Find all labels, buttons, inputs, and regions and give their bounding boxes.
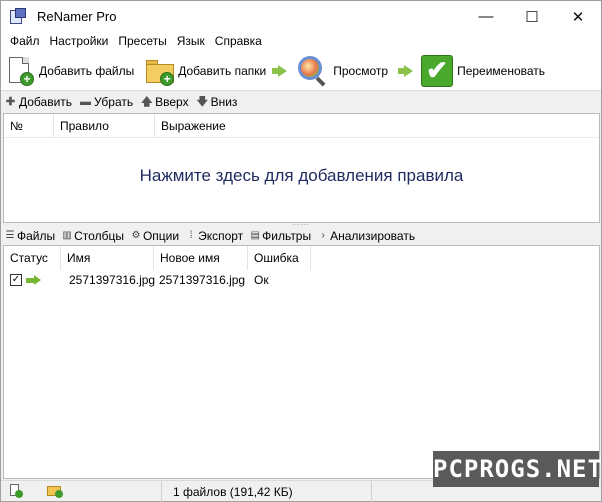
menu-language[interactable]: Язык	[172, 32, 210, 51]
move-down-button[interactable]: 🡇 Вниз	[197, 95, 238, 109]
arrow-right-icon	[272, 64, 288, 77]
files-column-error[interactable]: Ошибка	[248, 246, 311, 270]
export-menu-label: Экспорт	[198, 228, 244, 243]
menu-presets[interactable]: Пресеты	[113, 32, 171, 51]
status-divider	[161, 481, 162, 502]
rules-list[interactable]: № Правило Выражение Нажмите здесь для до…	[3, 113, 600, 223]
files-column-new-name[interactable]: Новое имя	[154, 246, 248, 270]
files-menu-button[interactable]: ☰ Файлы	[5, 228, 56, 243]
menu-file[interactable]: Файл	[5, 32, 45, 51]
menu-settings[interactable]: Настройки	[45, 32, 114, 51]
app-logo-icon	[9, 7, 27, 26]
add-file-icon: +	[7, 55, 35, 87]
add-file-icon[interactable]	[9, 484, 23, 498]
minimize-button[interactable]: —	[463, 1, 509, 32]
add-files-button[interactable]: + Добавить файлы	[1, 53, 138, 89]
files-column-name[interactable]: Имя	[61, 246, 154, 270]
files-toolbar: ☰ Файлы ▥ Столбцы ⚙ Опции ⁞ Экспорт ▤ Фи…	[1, 226, 601, 245]
add-folder-icon[interactable]	[47, 484, 63, 498]
export-menu-button[interactable]: ⁞ Экспорт	[186, 229, 243, 243]
arrow-up-icon: 🡅	[141, 95, 153, 108]
options-menu-button[interactable]: ⚙ Опции	[131, 229, 179, 243]
window-controls: — ☐ ✕	[463, 1, 601, 32]
filters-menu-label: Фильтры	[262, 228, 312, 243]
rules-column-number[interactable]: №	[4, 114, 54, 138]
remove-rule-button[interactable]: ▬ Убрать	[80, 95, 133, 109]
arrow-down-icon: 🡇	[196, 95, 208, 108]
preview-button[interactable]: Просмотр	[289, 53, 392, 89]
analyze-menu-label: Анализировать	[330, 228, 416, 243]
add-folders-label: Добавить папки	[178, 63, 267, 78]
window-title: ReNamer Pro	[37, 9, 117, 24]
filters-menu-button[interactable]: ▤ Фильтры	[250, 229, 311, 243]
table-row[interactable]: ✓ 2571397316.jpg 2571397316.jpg Ок	[4, 270, 311, 290]
columns-icon: ▥	[62, 229, 72, 241]
arrow-right-icon	[398, 64, 414, 77]
rules-toolbar: ✚ Добавить ▬ Убрать 🡅 Вверх 🡇 Вниз	[1, 91, 601, 113]
columns-menu-button[interactable]: ▥ Столбцы	[62, 229, 124, 243]
options-icon: ⚙	[131, 229, 141, 241]
rename-button[interactable]: ✔ Переименовать	[415, 53, 549, 89]
files-column-status[interactable]: Статус	[4, 246, 61, 270]
rules-column-rule[interactable]: Правило	[54, 114, 155, 138]
watermark: PCPROGS.NET	[433, 451, 602, 487]
export-icon: ⁞	[189, 229, 193, 241]
file-error-cell: Ок	[254, 273, 269, 287]
move-up-label: Вверх	[155, 95, 189, 109]
move-down-label: Вниз	[210, 95, 238, 109]
plus-icon: ✚	[5, 95, 16, 108]
add-rule-hint[interactable]: Нажмите здесь для добавления правила	[4, 166, 599, 186]
app-window: ReNamer Pro — ☐ ✕ Файл Настройки Пресеты…	[0, 0, 602, 502]
preview-label: Просмотр	[333, 63, 389, 78]
add-files-label: Добавить файлы	[39, 63, 135, 78]
status-divider	[371, 481, 372, 502]
file-checkbox[interactable]: ✓	[10, 274, 22, 286]
remove-rule-label: Убрать	[94, 95, 134, 109]
file-name-cell: 2571397316.jpg	[69, 273, 156, 287]
filter-icon: ▤	[250, 229, 260, 241]
close-button[interactable]: ✕	[555, 1, 601, 32]
play-icon: ›	[321, 229, 325, 241]
arrow-right-icon	[26, 275, 41, 285]
maximize-button[interactable]: ☐	[509, 1, 555, 32]
checkmark-icon: ✔	[421, 54, 454, 87]
list-icon: ☰	[5, 229, 15, 241]
files-list[interactable]: Статус Имя Новое имя Ошибка ✓ 2571397316…	[3, 245, 600, 479]
options-menu-label: Опции	[142, 228, 180, 243]
rules-column-expression[interactable]: Выражение	[155, 114, 355, 138]
files-table-header: Статус Имя Новое имя Ошибка	[4, 246, 311, 270]
add-folders-button[interactable]: + Добавить папки	[138, 53, 270, 89]
status-summary: 1 файлов (191,42 КБ)	[173, 485, 293, 499]
rename-label: Переименовать	[457, 63, 546, 78]
magnifier-icon	[295, 54, 329, 88]
menu-help[interactable]: Справка	[210, 32, 267, 51]
minus-icon: ▬	[80, 95, 92, 108]
files-menu-label: Файлы	[17, 228, 56, 243]
move-up-button[interactable]: 🡅 Вверх	[141, 95, 188, 109]
main-toolbar: + Добавить файлы + Добавить папки Просмо…	[1, 51, 601, 91]
menu-bar: Файл Настройки Пресеты Язык Справка	[1, 32, 601, 51]
status-cell: ✓	[4, 270, 61, 290]
file-new-name-cell: 2571397316.jpg	[159, 273, 246, 287]
rules-table-header: № Правило Выражение	[4, 114, 599, 138]
add-rule-label: Добавить	[19, 95, 73, 109]
columns-menu-label: Столбцы	[74, 228, 124, 243]
add-rule-button[interactable]: ✚ Добавить	[5, 95, 72, 109]
title-bar[interactable]: ReNamer Pro — ☐ ✕	[1, 1, 601, 32]
add-folder-icon: +	[144, 55, 176, 87]
analyze-menu-button[interactable]: › Анализировать	[318, 229, 415, 243]
